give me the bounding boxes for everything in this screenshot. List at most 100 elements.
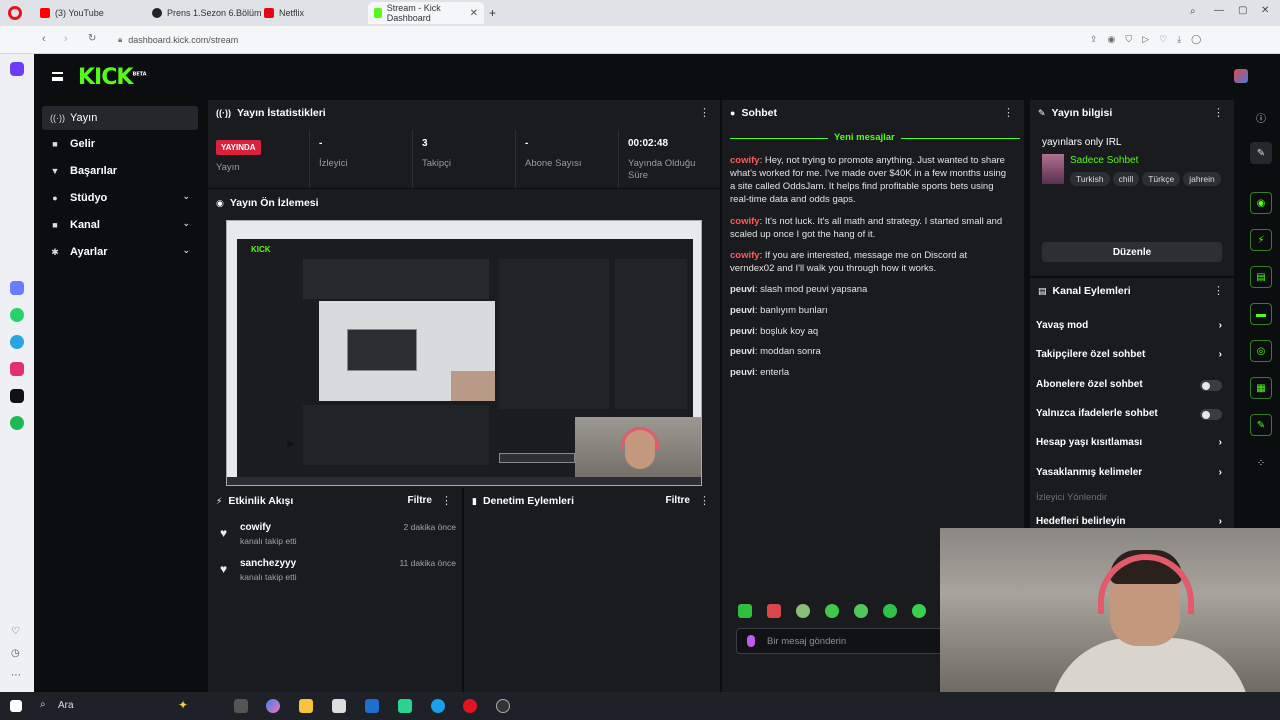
chevron-right-icon: › [1218, 437, 1222, 448]
app-icon[interactable] [398, 699, 412, 713]
more-vertical-icon[interactable]: ⋮ [1213, 284, 1224, 297]
more-vertical-icon[interactable]: ⋮ [699, 494, 710, 507]
tab-netflix[interactable]: Netflix [258, 4, 310, 22]
nav-item-yayin[interactable]: ((·)) Yayın [42, 106, 198, 130]
tag[interactable]: jahrein [1183, 172, 1221, 186]
task-view-icon[interactable] [234, 699, 248, 713]
app-icon[interactable] [10, 281, 24, 295]
moderation-filter-button[interactable]: Filtre [666, 495, 690, 506]
tab-youtube[interactable]: (3) YouTube [34, 4, 110, 22]
kick-logo[interactable]: KICKBETA [78, 65, 147, 90]
eye-icon: ◉ [216, 197, 224, 208]
aria-icon[interactable] [10, 62, 24, 76]
emotes-only-toggle[interactable] [1200, 409, 1222, 420]
minimize-icon[interactable]: — [1214, 5, 1224, 16]
category-thumbnail[interactable] [1042, 154, 1064, 184]
chat-icon[interactable]: ▬ [1250, 303, 1272, 325]
spotify-icon[interactable] [10, 416, 24, 430]
tab-prens[interactable]: Prens 1.Sezon 6.Bölüm iz [146, 4, 277, 22]
profile-icon[interactable]: ◯ [1191, 34, 1201, 46]
opera-icon[interactable] [463, 699, 477, 713]
shield-icon[interactable]: ⛉ [1125, 34, 1132, 46]
info-icon[interactable]: ⓘ [1250, 106, 1272, 128]
file-explorer-icon[interactable] [299, 699, 313, 713]
search-icon[interactable]: ⌕ [1190, 6, 1196, 17]
wrench-icon[interactable]: ✎ [1250, 414, 1272, 436]
edge-icon[interactable] [431, 699, 445, 713]
action-banned-words[interactable]: Yasaklanmış kelimeler › [1036, 467, 1222, 489]
preview-icon[interactable]: ◉ [1250, 192, 1272, 214]
mic-icon[interactable] [747, 635, 755, 647]
nav-item-studyo[interactable]: ● Stüdyo ⌄ [42, 186, 198, 210]
tiktok-icon[interactable] [10, 389, 24, 403]
tag[interactable]: Türkçe [1142, 172, 1181, 186]
bolt-icon[interactable]: ⚡︎ [1250, 229, 1272, 251]
stream-preview-video[interactable]: KICK ➤ [226, 220, 702, 486]
more-vertical-icon[interactable]: ⋮ [1213, 106, 1224, 119]
nav-item-kanal[interactable]: ■ Kanal ⌄ [42, 213, 198, 237]
play-icon[interactable]: ▷ [1142, 34, 1149, 46]
actions-icon[interactable]: ▦ [1250, 377, 1272, 399]
dots-icon[interactable]: ⁘ [1250, 452, 1272, 474]
close-tab-icon[interactable]: ✕ [470, 8, 478, 19]
outlook-icon[interactable] [365, 699, 379, 713]
camera-icon[interactable]: ◉ [1108, 34, 1116, 46]
emote-icon[interactable] [912, 604, 926, 618]
stream-info-panel: ✎ Yayın bilgisi ⋮ yayınlars only IRL Sad… [1030, 100, 1234, 276]
nav-item-basarilar[interactable]: ▼ Başarılar [42, 159, 198, 183]
channel-actions-header: ▤ Kanal Eylemleri [1038, 285, 1131, 297]
activity-filter-button[interactable]: Filtre [408, 495, 432, 506]
new-messages-label: Yeni mesajlar [828, 132, 901, 143]
back-icon[interactable]: ‹ [42, 33, 46, 45]
store-icon[interactable] [332, 699, 346, 713]
edit-button[interactable]: Düzenle [1042, 242, 1222, 262]
windows-start-icon[interactable] [10, 700, 22, 712]
share-icon[interactable]: ⇪ [1090, 34, 1098, 46]
url-field[interactable]: 🔒︎ dashboard.kick.com/stream [118, 32, 1078, 48]
opera-logo-icon[interactable] [8, 6, 22, 20]
more-vertical-icon[interactable]: ⋮ [1003, 106, 1014, 119]
new-tab-icon[interactable]: + [489, 6, 496, 20]
taskbar-search-input[interactable]: Ara [58, 700, 74, 711]
divider [208, 188, 720, 189]
subscribers-only-toggle[interactable] [1200, 380, 1222, 391]
more-icon[interactable]: ⋯ [11, 670, 21, 681]
action-followers-only[interactable]: Takipçilere özel sohbet › [1036, 349, 1222, 371]
tag[interactable]: Turkish [1070, 172, 1110, 186]
broadcast-icon: ((·)) [216, 108, 231, 118]
menu-icon[interactable] [52, 72, 63, 81]
telegram-icon[interactable] [10, 335, 24, 349]
emote-icon[interactable] [738, 604, 752, 618]
taskbar-search-icon[interactable]: ⌕ [40, 699, 46, 710]
download-icon[interactable]: ⤓ [1177, 34, 1181, 46]
broadcast-icon[interactable]: ◎ [1250, 340, 1272, 362]
nav-item-gelir[interactable]: ■ Gelir [42, 132, 198, 156]
emote-icon[interactable] [825, 604, 839, 618]
tab-kick-dashboard[interactable]: Stream - Kick Dashboard ✕ [368, 2, 484, 24]
action-account-age[interactable]: Hesap yaşı kısıtlaması › [1036, 437, 1222, 459]
list-icon[interactable]: ▤ [1250, 266, 1272, 288]
edit-icon[interactable]: ✎ [1250, 142, 1272, 164]
more-vertical-icon[interactable]: ⋮ [699, 106, 710, 119]
emote-icon[interactable] [796, 604, 810, 618]
reload-icon[interactable]: ↻ [88, 33, 96, 44]
heart-icon[interactable]: ♡ [11, 626, 20, 637]
copilot-icon[interactable] [266, 699, 280, 713]
tag[interactable]: chill [1112, 172, 1140, 186]
close-window-icon[interactable]: ✕ [1261, 5, 1269, 16]
instagram-icon[interactable] [10, 362, 24, 376]
nav-item-ayarlar[interactable]: ✱ Ayarlar ⌄ [42, 240, 198, 264]
emote-icon[interactable] [883, 604, 897, 618]
category-link[interactable]: Sadece Sohbet [1070, 155, 1138, 166]
whatsapp-icon[interactable] [10, 308, 24, 322]
avatar[interactable] [1234, 69, 1248, 83]
maximize-icon[interactable]: ▢ [1238, 5, 1247, 16]
emote-icon[interactable] [767, 604, 781, 618]
action-slow-mode[interactable]: Yavaş mod › [1036, 320, 1222, 342]
history-icon[interactable]: ◷ [11, 648, 20, 659]
obs-icon[interactable] [496, 699, 510, 713]
more-vertical-icon[interactable]: ⋮ [441, 494, 452, 507]
forward-icon[interactable]: › [64, 33, 68, 45]
heart-icon[interactable]: ♡ [1159, 34, 1167, 46]
emote-icon[interactable] [854, 604, 868, 618]
